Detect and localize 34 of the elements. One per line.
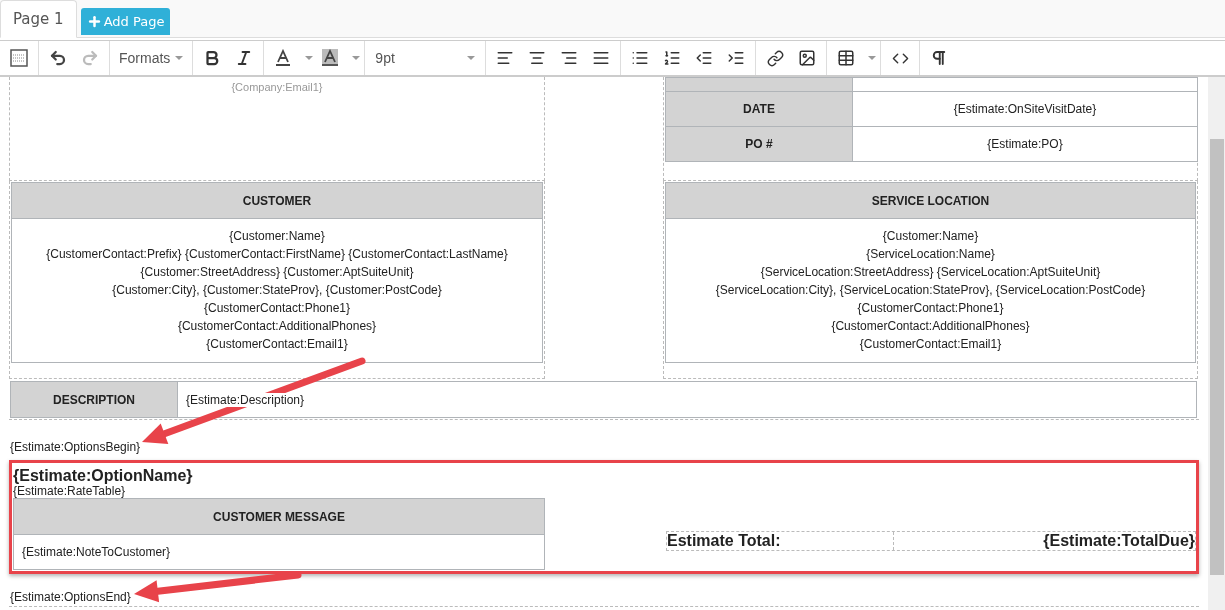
font-size-select[interactable]: 9pt [369, 43, 482, 73]
card-header: SERVICE LOCATION [666, 183, 1195, 219]
address-line: {CustomerContact:AdditionalPhones} [177, 318, 377, 335]
table-cell-text: {Estimate:PO} [986, 136, 1064, 153]
address-line: {CustomerContact:AdditionalPhones} [831, 318, 1030, 335]
company-email-tag: {Company:Email1} [10, 81, 544, 94]
scrollbar[interactable] [1208, 77, 1225, 610]
address-line: {CustomerContact:Phone1} [203, 300, 351, 317]
formats-dropdown[interactable]: Formats [114, 43, 189, 73]
total-value: {Estimate:TotalDue} [1042, 532, 1195, 550]
address-line: {Customer:Name} [882, 228, 979, 245]
address-line: {Customer:StreetAddress} {Customer:AptSuiteUnit} [140, 264, 414, 281]
address-line: {ServiceLocation:City}, {ServiceLocation:StateProv}, {ServiceLocation:PostCode} [715, 282, 1146, 299]
table-cell-text: {Estimate:OnSiteVisitDate} [952, 101, 1098, 118]
table-cell-text: {Estimate:NoteToCustomer} [21, 544, 172, 561]
page-tab[interactable]: Page 1 [0, 0, 77, 38]
address-line: {CustomerContact:Email1} [206, 336, 348, 353]
address-line: {CustomerContact:Prefix} {CustomerContact:FirstName} {CustomerContact:LastName} [46, 246, 508, 263]
total-label: Estimate Total: [667, 532, 894, 550]
rate-table-tag: {Estimate:RateTable} [13, 485, 1196, 498]
address-line: {Customer:City}, {Customer:StateProv}, {Customer:PostCode} [112, 282, 442, 299]
address-line: {Customer:Name} [229, 228, 325, 245]
option-name-tag: {Estimate:OptionName} [13, 467, 1196, 485]
header-cell: PO # [666, 127, 853, 161]
address-line: {CustomerContact:Phone1} [857, 300, 1004, 317]
address-line: {CustomerContact:Email1} [859, 336, 1002, 353]
address-line: {ServiceLocation:StreetAddress} {ServiceLocation:AptSuiteUnit} [760, 264, 1101, 281]
description-value: {Estimate:Description} [186, 392, 305, 407]
header-cell: DESCRIPTION [11, 382, 178, 417]
card-header: CUSTOMER MESSAGE [14, 499, 544, 535]
card-header: CUSTOMER [12, 183, 542, 219]
header-cell: DATE [666, 92, 853, 126]
plus-icon [86, 14, 102, 29]
address-line: {ServiceLocation:Name} [866, 246, 995, 263]
